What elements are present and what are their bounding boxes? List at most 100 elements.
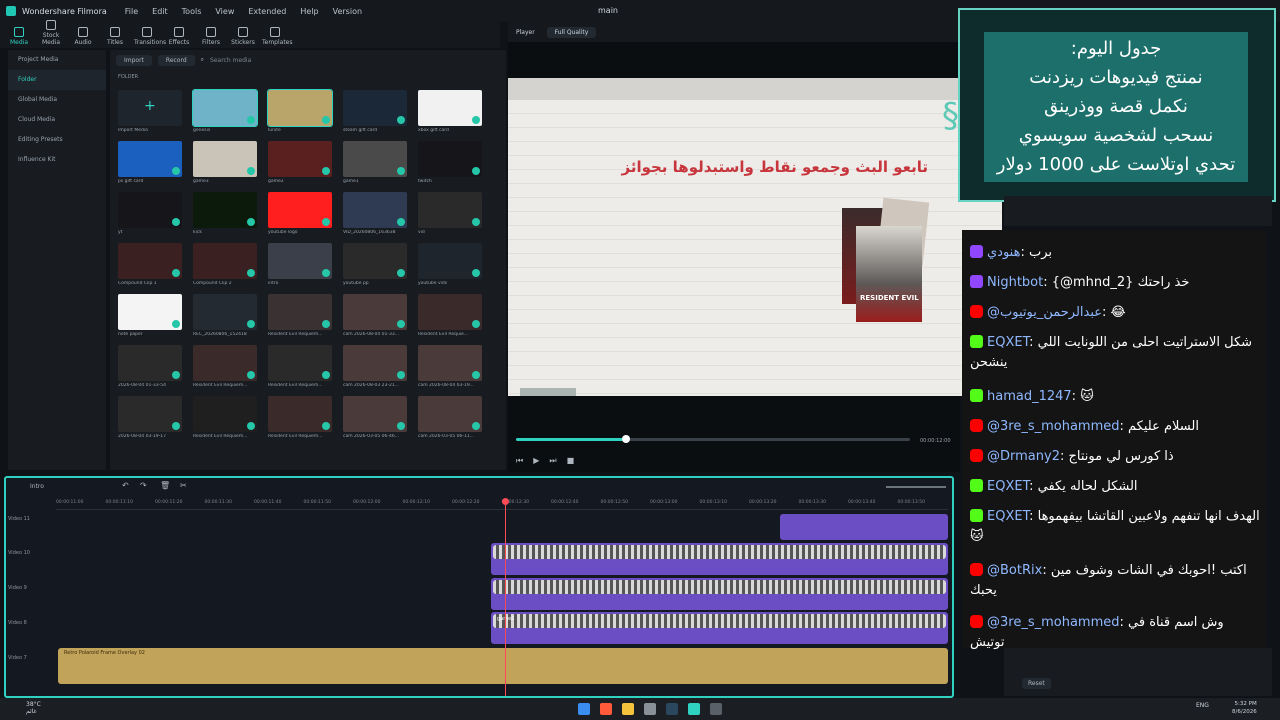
media-tile[interactable]: youtube logo xyxy=(268,192,332,239)
media-tile[interactable]: ps gift card xyxy=(118,141,182,188)
search-input[interactable]: Search media xyxy=(210,57,251,64)
app-icon[interactable] xyxy=(710,703,722,715)
zoom-slider[interactable] xyxy=(886,486,946,488)
sidebar-item-folder[interactable]: Folder xyxy=(8,70,106,90)
playhead-handle[interactable] xyxy=(502,498,509,505)
media-tile[interactable]: yt xyxy=(118,192,182,239)
record-button[interactable]: Record xyxy=(157,54,195,66)
media-tile[interactable]: cam 2026-08-04 03-19... xyxy=(418,345,482,392)
media-tile[interactable]: twitch xyxy=(418,141,482,188)
media-caption: cam 2026-03-05 06-46... xyxy=(343,434,399,439)
media-tile[interactable]: REC_20260806_152418 xyxy=(193,294,257,341)
start-icon[interactable] xyxy=(578,703,590,715)
filmora-icon[interactable] xyxy=(688,703,700,715)
play-icon[interactable]: ▶ xyxy=(533,456,539,468)
sequence-name[interactable]: Intro xyxy=(30,483,44,490)
media-caption: game2 xyxy=(268,179,284,184)
media-tile[interactable]: + Import Media xyxy=(118,90,182,137)
scrubber-handle[interactable] xyxy=(622,435,630,443)
tab-templates[interactable]: Templates xyxy=(262,27,293,48)
menu-view[interactable]: View xyxy=(215,7,234,16)
media-tile[interactable]: Resident Evil Requie... xyxy=(418,294,482,341)
preview-canvas[interactable]: تابعو البث وجمعو نقاط واستبدلوها بجوائز … xyxy=(508,78,1002,396)
tab-audio[interactable]: Audio xyxy=(70,27,96,48)
media-tile[interactable]: game2 xyxy=(268,141,332,188)
timeline-clip[interactable] xyxy=(491,578,948,610)
media-tile[interactable]: 2026-08-04 03-19-17 xyxy=(118,396,182,443)
media-tile[interactable]: Compound Clip 1 xyxy=(118,243,182,290)
sidebar-item-editing-presets[interactable]: Editing Presets xyxy=(8,130,106,150)
delete-icon[interactable]: 🗑 xyxy=(160,481,170,490)
media-tile[interactable]: lunite xyxy=(267,89,333,137)
media-tile[interactable]: youtube vids xyxy=(418,243,482,290)
tab-titles[interactable]: Titles xyxy=(102,27,128,48)
import-button[interactable]: Import xyxy=(116,54,152,66)
media-tile[interactable]: vid xyxy=(418,192,482,239)
tab-media[interactable]: Media xyxy=(6,27,32,48)
sidebar-item-project-media[interactable]: Project Media xyxy=(8,50,106,70)
reset-button[interactable]: Reset xyxy=(1022,678,1051,689)
menu-help[interactable]: Help xyxy=(300,7,318,16)
weather-widget[interactable]: 38°C غائم xyxy=(26,701,41,715)
media-tile[interactable]: cam 2026-08-04 01-33... xyxy=(343,294,407,341)
step-back-icon[interactable]: ⏮ xyxy=(516,456,523,468)
timeline-clip[interactable] xyxy=(780,514,948,540)
sidebar-item-cloud-media[interactable]: Cloud Media xyxy=(8,110,106,130)
stop-icon[interactable]: ■ xyxy=(567,456,575,468)
media-tile[interactable]: Resident Evil Requiem... xyxy=(193,396,257,443)
media-tile[interactable]: cam 2026-03-05 06-46... xyxy=(343,396,407,443)
media-tile[interactable]: game1 xyxy=(343,141,407,188)
media-tile[interactable]: genesis xyxy=(192,89,258,137)
media-tile[interactable]: kick xyxy=(193,192,257,239)
media-tile[interactable]: cam 2026-03-05 06-11... xyxy=(418,396,482,443)
media-tile[interactable]: game3 xyxy=(193,141,257,188)
quality-select[interactable]: Full Quality xyxy=(546,26,597,38)
sidebar-item-global-media[interactable]: Global Media xyxy=(8,90,106,110)
media-tile[interactable]: note paper xyxy=(118,294,182,341)
playback-scrubber[interactable] xyxy=(516,435,910,443)
menu-file[interactable]: File xyxy=(125,7,138,16)
undo-icon[interactable]: ↶ xyxy=(122,481,129,490)
chat-message: هنودي: برب xyxy=(970,243,1260,263)
media-tile[interactable]: VID_20260806_163638 xyxy=(343,192,407,239)
steam-icon[interactable] xyxy=(666,703,678,715)
menu-extended[interactable]: Extended xyxy=(248,7,286,16)
tab-stock-media[interactable]: Stock Media xyxy=(38,20,64,48)
media-tile[interactable]: 2026-08-04 01-33-54 xyxy=(118,345,182,392)
menu-edit[interactable]: Edit xyxy=(152,7,168,16)
app-icon[interactable] xyxy=(644,703,656,715)
clock[interactable]: 5:32 PM 8/6/2026 xyxy=(1232,700,1257,716)
checkmark-icon xyxy=(172,218,180,226)
redo-icon[interactable]: ↷ xyxy=(140,481,147,490)
media-tile[interactable]: Resident Evil Requiem... xyxy=(268,396,332,443)
overlay-clip[interactable]: Retro Polaroid Frame Overlay 02 xyxy=(58,648,948,684)
media-caption: Resident Evil Requiem... xyxy=(268,383,323,388)
timeline-clip[interactable]: game2 xyxy=(491,612,948,644)
timeline-clip[interactable] xyxy=(491,543,948,575)
media-tile[interactable]: Compound Clip 2 xyxy=(193,243,257,290)
menu-tools[interactable]: Tools xyxy=(182,7,202,16)
media-tile[interactable]: Resident Evil Requiem... xyxy=(193,345,257,392)
media-tile[interactable]: steam gift card xyxy=(343,90,407,137)
step-forward-icon[interactable]: ⏭ xyxy=(549,456,556,468)
menu-version[interactable]: Version xyxy=(333,7,362,16)
media-caption: vid xyxy=(418,230,425,235)
sidebar-item-influence-kit[interactable]: Influence Kit xyxy=(8,150,106,170)
media-tile[interactable]: Resident Evil Requiem... xyxy=(268,294,332,341)
language-indicator[interactable]: ENG xyxy=(1196,702,1209,709)
media-tile[interactable]: cam 2026-08-03 23-21... xyxy=(343,345,407,392)
document-title: main xyxy=(598,6,618,15)
ruler-tick-label: 00:00:13:30 xyxy=(798,500,826,505)
split-icon[interactable]: ✂ xyxy=(180,481,187,490)
tab-effects[interactable]: Effects xyxy=(166,27,192,48)
media-tile[interactable]: youtube pp xyxy=(343,243,407,290)
timeline-playhead[interactable] xyxy=(502,498,509,696)
brave-icon[interactable] xyxy=(600,703,612,715)
tab-transitions[interactable]: Transitions xyxy=(134,27,166,48)
folder-icon[interactable] xyxy=(622,703,634,715)
media-tile[interactable]: Resident Evil Requiem... xyxy=(268,345,332,392)
tab-stickers[interactable]: Stickers xyxy=(230,27,256,48)
media-tile[interactable]: intro xyxy=(268,243,332,290)
tab-filters[interactable]: Filters xyxy=(198,27,224,48)
media-tile[interactable]: xbox gift card xyxy=(418,90,482,137)
